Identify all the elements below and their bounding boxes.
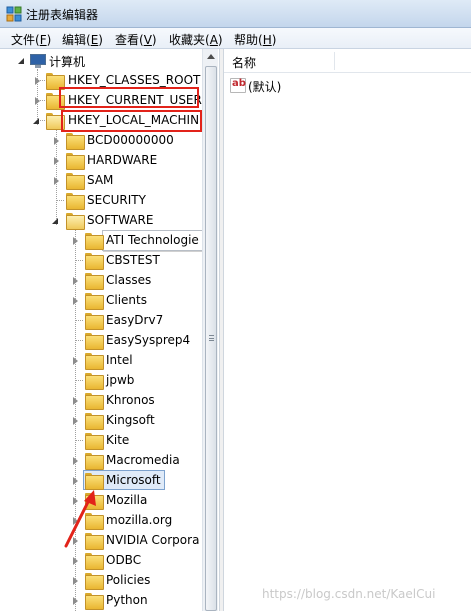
tree-node-microsoft[interactable]: Microsoft — [0, 471, 200, 491]
tree-node-hardware[interactable]: HARDWARE — [0, 151, 200, 171]
tree-node-sam[interactable]: SAM — [0, 171, 200, 191]
folder-icon — [85, 433, 104, 450]
tree-node-bcd00000000[interactable]: BCD00000000 — [0, 131, 200, 151]
tree-node-intel[interactable]: Intel — [0, 351, 200, 371]
tree-node-software[interactable]: SOFTWARE — [0, 211, 200, 231]
registry-tree[interactable]: 计算机 HKEY_CLASSES_ROOT HKEY_CURRENT_USER … — [0, 49, 202, 611]
tree-node-clients[interactable]: Clients — [0, 291, 200, 311]
tree-node-easysysprep4[interactable]: EasySysprep4 — [0, 331, 200, 351]
folder-icon — [85, 293, 104, 310]
folder-icon — [66, 133, 85, 150]
tree-node-security[interactable]: SECURITY — [0, 191, 200, 211]
tree-node-odbc[interactable]: ODBC — [0, 551, 200, 571]
registry-editor-icon — [6, 6, 22, 22]
computer-icon — [30, 54, 46, 68]
expand-arrow-icon[interactable] — [73, 577, 78, 585]
expand-arrow-icon[interactable] — [35, 77, 40, 85]
expand-arrow-icon[interactable] — [73, 557, 78, 565]
tree-node-macromedia[interactable]: Macromedia — [0, 451, 200, 471]
tree-node-kite[interactable]: Kite — [0, 431, 200, 451]
expand-arrow-icon[interactable] — [73, 417, 78, 425]
folder-icon — [85, 373, 104, 390]
window-title: 注册表编辑器 — [26, 8, 99, 22]
folder-icon — [85, 573, 104, 590]
column-separator[interactable] — [334, 52, 335, 70]
title-bar: 注册表编辑器 — [0, 0, 471, 28]
value-name: (默认) — [248, 80, 282, 94]
tree-node-classes[interactable]: Classes — [0, 271, 200, 291]
watermark: https://blog.csdn.net/KaelCui — [262, 587, 436, 601]
menu-help[interactable]: 帮助(H) — [234, 31, 276, 48]
scroll-grip-icon — [209, 335, 214, 341]
tree-node-mozilla[interactable]: Mozilla — [0, 491, 200, 511]
tree-node-policies[interactable]: Policies — [0, 571, 200, 591]
folder-icon — [85, 593, 104, 610]
expand-arrow-icon[interactable] — [73, 397, 78, 405]
menu-view[interactable]: 查看(V) — [115, 31, 157, 48]
string-value-icon: ab — [230, 78, 246, 93]
expand-arrow-icon[interactable] — [73, 457, 78, 465]
tree-node-computer[interactable]: 计算机 — [0, 51, 200, 71]
column-header[interactable]: 名称 — [224, 49, 471, 73]
folder-icon — [85, 253, 104, 270]
expand-arrow-icon[interactable] — [33, 118, 39, 124]
menu-edit[interactable]: 编辑(E) — [62, 31, 103, 48]
expand-arrow-icon[interactable] — [54, 157, 59, 165]
tree-node-mozilla-org[interactable]: mozilla.org — [0, 511, 200, 531]
expand-arrow-icon[interactable] — [54, 177, 59, 185]
folder-icon — [85, 333, 104, 350]
expand-arrow-icon[interactable] — [52, 218, 58, 224]
expand-arrow-icon[interactable] — [73, 237, 78, 245]
scrollbar-thumb[interactable] — [205, 66, 217, 611]
tree-node-jpwb[interactable]: jpwb — [0, 371, 200, 391]
tree-node-ati-technologies[interactable]: ATI Technologie — [0, 231, 202, 251]
folder-icon — [85, 453, 104, 470]
annotation-highlight-box — [61, 110, 202, 132]
folder-icon — [85, 353, 104, 370]
menu-bar: 文件(F) 编辑(E) 查看(V) 收藏夹(A) 帮助(H) — [0, 28, 471, 49]
folder-icon — [85, 273, 104, 290]
expand-arrow-icon[interactable] — [18, 58, 24, 64]
folder-icon — [85, 233, 104, 250]
folder-icon — [85, 553, 104, 570]
tree-scrollbar[interactable] — [202, 49, 218, 611]
expand-arrow-icon[interactable] — [54, 137, 59, 145]
folder-icon — [66, 173, 85, 190]
expand-arrow-icon[interactable] — [73, 297, 78, 305]
values-list[interactable]: 名称 ab (默认) — [224, 49, 471, 611]
expand-arrow-icon[interactable] — [73, 357, 78, 365]
folder-icon — [66, 193, 85, 210]
folder-icon — [85, 413, 104, 430]
expand-arrow-icon[interactable] — [73, 277, 78, 285]
annotation-highlight-box — [59, 87, 199, 108]
folder-open-icon — [66, 213, 85, 230]
folder-icon — [85, 473, 104, 490]
menu-favorites[interactable]: 收藏夹(A) — [169, 31, 223, 48]
folder-icon — [85, 393, 104, 410]
column-header-name[interactable]: 名称 — [232, 54, 256, 71]
tree-node-easydrv7[interactable]: EasyDrv7 — [0, 311, 200, 331]
annotation-arrow-icon — [64, 490, 96, 548]
menu-file[interactable]: 文件(F) — [11, 31, 51, 48]
expand-arrow-icon[interactable] — [35, 97, 40, 105]
folder-icon — [85, 313, 104, 330]
tree-node-python[interactable]: Python — [0, 591, 200, 611]
expand-arrow-icon[interactable] — [73, 597, 78, 605]
tree-node-khronos[interactable]: Khronos — [0, 391, 200, 411]
scroll-up-arrow-icon[interactable] — [203, 49, 219, 65]
tree-node-cbstest[interactable]: CBSTEST — [0, 251, 200, 271]
folder-icon — [66, 153, 85, 170]
tree-node-kingsoft[interactable]: Kingsoft — [0, 411, 200, 431]
folder-icon — [46, 73, 65, 90]
expand-arrow-icon[interactable] — [73, 477, 78, 485]
tree-node-nvidia-corporation[interactable]: NVIDIA Corpora — [0, 531, 200, 551]
